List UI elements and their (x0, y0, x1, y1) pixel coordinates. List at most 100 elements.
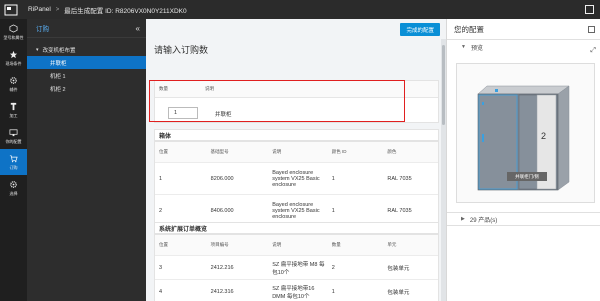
table-row: 4 2412.316 SZ 扁平接地带16 DMM 每包10个 1 包装单元 (155, 280, 438, 301)
cell-unit: 包装单元 (387, 265, 410, 272)
column-header: 位置 (159, 242, 168, 247)
products-toggle[interactable]: ▶ 29 产品(s) (447, 212, 600, 226)
column-header-quantity: 数量 (159, 86, 168, 91)
preview-toggle[interactable]: ▼ 预览 (447, 40, 600, 54)
cell-quantity: 2 (331, 264, 335, 271)
nav-item-label: 辅件 (9, 86, 18, 92)
gear-icon (10, 76, 17, 84)
main-nav-rail: 型号和属性 现场条件 辅件 加工 你的配置 订购 选择 (0, 19, 27, 301)
tree-title: 订购 (36, 26, 49, 33)
cell-position: 1 (159, 175, 163, 182)
extension-section-title: 系统扩展订单概览 (154, 222, 439, 234)
cell-color-id: 1 (331, 175, 335, 182)
nav-item-processing[interactable]: 加工 (0, 97, 27, 123)
tree-group-layout[interactable]: ▾ 改变机柜布置 (27, 43, 146, 56)
page-title: 请输入订购数 (154, 45, 209, 55)
column-header: 颜色 (387, 149, 397, 154)
column-header: 数量 (331, 242, 341, 247)
collapse-panel-icon[interactable]: « (136, 24, 140, 33)
quantity-table: 数量 说明 1 并联柜 (154, 80, 439, 123)
expand-icon[interactable]: ⤢ (590, 47, 596, 55)
cabinet-section-title: 箱体 (154, 129, 439, 141)
cell-item-number: 2412.316 (210, 288, 234, 295)
column-header: 基础型号 (210, 149, 229, 154)
home-logo-icon[interactable] (0, 0, 22, 19)
chevron-right-icon: > (55, 6, 60, 13)
nav-item-label: 加工 (9, 112, 18, 118)
nav-item-label: 现场条件 (5, 60, 22, 66)
cell-description: SZ 扁平接地带 M8 每包10个 (272, 261, 325, 276)
cabinet-table: 位置 基础型号 说明 颜色 ID 颜色 1 8206.000 Bayed enc… (154, 141, 439, 228)
cell-model: 8406.000 (210, 207, 234, 214)
quantity-description: 并联柜 (215, 112, 232, 118)
cabinet-3d-icon: 2 (477, 85, 570, 191)
tree-item-bayed-cabinet[interactable]: 并联柜 (27, 56, 146, 69)
cabinet-preview-image: 2 并联柜门/侧 (456, 63, 595, 203)
tree-item-cabinet-2[interactable]: 机柜 2 (27, 82, 146, 95)
tools-icon (10, 102, 17, 110)
column-header: 颜色 ID (331, 149, 347, 154)
tree-item-label: 机柜 1 (50, 73, 66, 80)
star-icon (9, 50, 18, 58)
nav-item-label: 选择 (9, 190, 18, 196)
cart-icon (9, 154, 18, 162)
cell-description: Bayed enclosure system VX25 Basic enclos… (272, 169, 320, 188)
nav-item-accessories[interactable]: 辅件 (0, 71, 27, 97)
nav-item-your-config[interactable]: 你的配置 (0, 123, 27, 149)
extension-table: 位置 项目编号 说明 数量 单元 3 2412.216 SZ 扁平接地带 M8 … (154, 234, 439, 301)
cell-color: RAL 7035 (387, 207, 412, 214)
bay-number-label: 2 (541, 131, 546, 141)
table-header-row: 位置 项目编号 说明 数量 单元 (155, 235, 438, 256)
cell-description: SZ 扁平接地带16 DMM 每包10个 (272, 285, 315, 300)
quantity-input[interactable]: 1 (168, 107, 198, 119)
table-row: 1 8206.000 Bayed enclosure system VX25 B… (155, 163, 438, 195)
cell-color-id: 1 (331, 207, 335, 214)
monitor-icon (9, 128, 18, 136)
tree-group-label: 改变机柜布置 (42, 47, 76, 54)
table-header-row: 位置 基础型号 说明 颜色 ID 颜色 (155, 142, 438, 163)
config-title: 您的配置 (454, 24, 484, 34)
chevron-down-icon: ▼ (461, 44, 466, 50)
scrollbar-thumb[interactable] (442, 45, 445, 125)
nav-item-order[interactable]: 订购 (0, 149, 27, 175)
config-id-label: 最后生成配置 ID: R8206VX0N0Y211XDK0 (64, 7, 187, 15)
order-main-area: 完成的配置 请输入订购数 数量 说明 1 并联柜 箱体 位置 基础型号 说明 颜… (146, 19, 446, 301)
maximize-icon[interactable] (585, 5, 594, 14)
column-header: 位置 (159, 149, 168, 154)
preview-label: 预览 (470, 45, 483, 52)
products-count-label: 29 产品(s) (469, 217, 498, 224)
nav-item-label: 你的配置 (5, 138, 22, 144)
app-name[interactable]: RiPanel (28, 6, 51, 13)
tree-item-label: 机柜 2 (50, 86, 66, 93)
column-header: 说明 (272, 149, 282, 154)
chevron-down-icon: ▾ (36, 46, 39, 53)
column-header: 项目编号 (210, 242, 229, 247)
breadcrumb: RiPanel > 最后生成配置 ID: R8206VX0N0Y211XDK0 (22, 5, 187, 15)
cell-unit: 包装单元 (387, 289, 410, 296)
chevron-right-icon: ▶ (461, 216, 465, 222)
table-row: 3 2412.216 SZ 扁平接地带 M8 每包10个 2 包装单元 (155, 256, 438, 280)
cell-position: 3 (159, 264, 163, 271)
nav-item-site[interactable]: 现场条件 (0, 45, 27, 71)
cell-description: Bayed enclosure system VX25 Basic enclos… (272, 201, 320, 220)
cube-icon (9, 23, 18, 33)
panel-toggle-icon[interactable] (588, 25, 595, 33)
cell-position: 4 (159, 288, 163, 295)
tree-header: 订购 « (27, 19, 146, 38)
top-bar: RiPanel > 最后生成配置 ID: R8206VX0N0Y211XDK0 (0, 0, 600, 19)
column-header-description: 说明 (205, 86, 214, 91)
cell-position: 2 (159, 207, 163, 214)
nav-item-options[interactable]: 选择 (0, 175, 27, 201)
order-tree-panel: 订购 « ▾ 改变机柜布置 并联柜 机柜 1 机柜 2 (27, 19, 146, 301)
cell-quantity: 1 (331, 288, 335, 295)
config-panel-header: 您的配置 (447, 19, 600, 39)
quantity-table-header: 数量 说明 (155, 81, 438, 98)
column-header: 单元 (387, 242, 397, 247)
cell-item-number: 2412.216 (210, 264, 234, 271)
column-header: 说明 (272, 242, 282, 247)
cell-model: 8206.000 (210, 175, 234, 182)
gear-icon (10, 180, 17, 188)
finish-configuration-button[interactable]: 完成的配置 (400, 23, 440, 36)
nav-item-model[interactable]: 型号和属性 (0, 19, 27, 45)
tree-item-cabinet-1[interactable]: 机柜 1 (27, 69, 146, 82)
